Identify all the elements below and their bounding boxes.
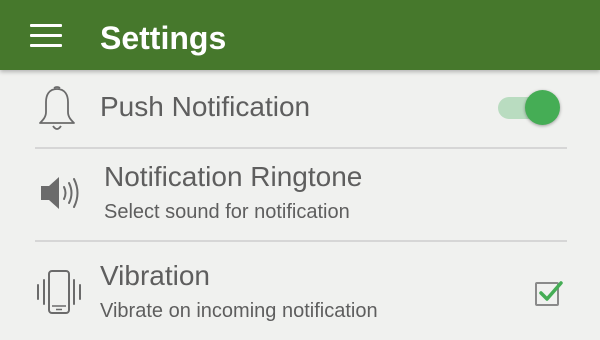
vibration-subtitle: Vibrate on incoming notification bbox=[100, 300, 378, 322]
page-title: Settings bbox=[100, 20, 227, 56]
bell-icon bbox=[39, 86, 75, 130]
hamburger-menu-icon[interactable] bbox=[30, 24, 64, 48]
settings-screen: Settings Push Notification Notification … bbox=[0, 0, 600, 340]
push-notification-title: Push Notification bbox=[100, 91, 311, 122]
notification-ringtone-subtitle: Select sound for notification bbox=[104, 201, 350, 223]
vibration-title: Vibration bbox=[100, 260, 211, 291]
vibration-row[interactable]: Vibration Vibrate on incoming notificati… bbox=[0, 242, 600, 340]
vibration-checkbox[interactable] bbox=[534, 279, 564, 307]
toggle-thumb bbox=[525, 90, 560, 125]
notification-ringtone-row[interactable]: Notification Ringtone Select sound for n… bbox=[0, 149, 600, 241]
vibrating-phone-icon bbox=[37, 270, 81, 314]
speaker-icon bbox=[41, 177, 79, 209]
app-toolbar: Settings bbox=[0, 0, 600, 70]
push-notification-toggle[interactable] bbox=[498, 90, 562, 126]
notification-ringtone-title: Notification Ringtone bbox=[104, 161, 363, 192]
